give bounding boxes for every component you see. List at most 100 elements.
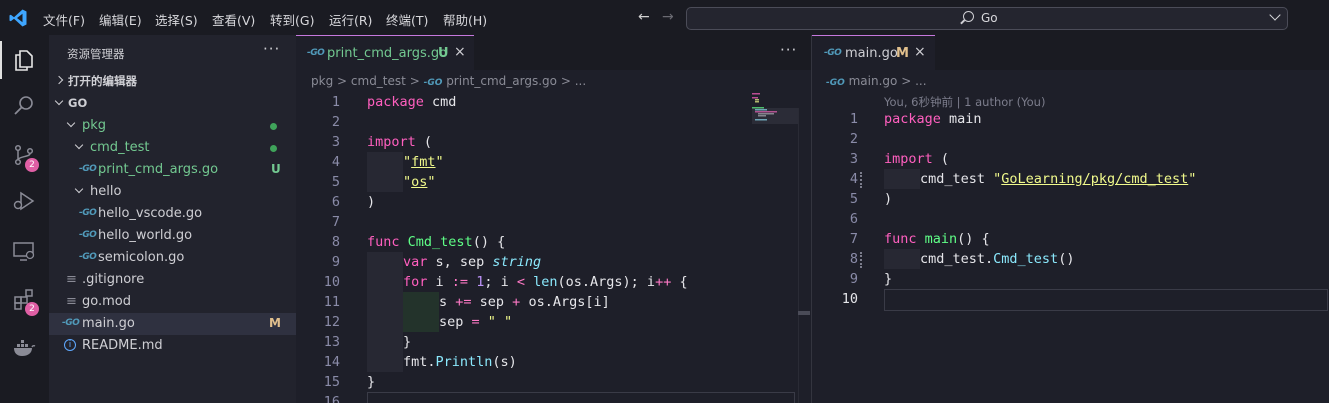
code-area[interactable]: package main import (cmd_test "GoLearning… bbox=[884, 109, 1196, 309]
tree-file-hello-vscode[interactable]: -GO hello_vscode.go bbox=[49, 203, 296, 225]
menu-go[interactable]: 转到(G) bbox=[270, 10, 314, 29]
code-line[interactable]: "fmt" bbox=[367, 152, 688, 172]
menu-help[interactable]: 帮助(H) bbox=[443, 10, 487, 29]
forward-arrow-icon[interactable]: → bbox=[662, 9, 674, 25]
more-actions-icon[interactable]: ··· bbox=[263, 40, 280, 58]
tab-main-go[interactable]: -GO main.go M × bbox=[812, 35, 935, 70]
code-token: main bbox=[940, 111, 982, 127]
more-actions-icon[interactable]: ··· bbox=[780, 41, 797, 59]
tab-print-cmd-args[interactable]: -GO print_cmd_args.go U × bbox=[296, 35, 474, 70]
menu-terminal[interactable]: 终端(T) bbox=[386, 10, 428, 29]
open-editors-section[interactable]: 打开的编辑器 bbox=[49, 70, 296, 92]
code-line[interactable]: } bbox=[367, 332, 688, 352]
menu-run[interactable]: 运行(R) bbox=[329, 10, 372, 29]
menu-file[interactable]: 文件(F) bbox=[43, 10, 85, 29]
back-arrow-icon[interactable]: ← bbox=[638, 9, 650, 25]
explorer-button[interactable] bbox=[0, 37, 49, 83]
code-line[interactable]: ) bbox=[884, 189, 1196, 209]
tree-file-main-go[interactable]: -GO main.go M bbox=[49, 313, 296, 335]
breadcrumb-item[interactable]: ... bbox=[575, 74, 586, 88]
code-line[interactable] bbox=[367, 112, 688, 132]
code-line[interactable]: fmt.Println(s) bbox=[367, 352, 688, 372]
git-blame-codelens[interactable]: You, 6秒钟前 | 1 author (You) bbox=[884, 94, 1045, 110]
breadcrumb: -GO main.go > ... bbox=[826, 74, 927, 88]
breadcrumb-item[interactable]: print_cmd_args.go bbox=[446, 74, 557, 88]
code-area[interactable]: package cmd import ("fmt" "os") func Cmd_te… bbox=[367, 92, 688, 403]
code-line[interactable] bbox=[367, 392, 688, 403]
tree-file-gitignore[interactable]: ≡ .gitignore bbox=[49, 269, 296, 291]
tree-file-go-mod[interactable]: ≡ go.mod bbox=[49, 291, 296, 313]
tree-item-label: go.mod bbox=[82, 294, 131, 309]
workspace-root[interactable]: GO bbox=[49, 93, 296, 115]
indent-guide bbox=[367, 312, 403, 332]
tree-folder-hello[interactable]: hello bbox=[49, 181, 296, 203]
code-token: ) bbox=[884, 191, 893, 207]
tree-file-semicolon[interactable]: -GO semicolon.go bbox=[49, 247, 296, 269]
code-line[interactable]: cmd_test.Cmd_test() bbox=[884, 249, 1196, 269]
code-line[interactable]: func main() { bbox=[884, 229, 1196, 249]
tree-folder-pkg[interactable]: pkg bbox=[49, 115, 296, 137]
breadcrumb-item[interactable]: pkg bbox=[311, 74, 333, 88]
code-line[interactable]: } bbox=[367, 372, 688, 392]
close-icon[interactable]: × bbox=[454, 44, 466, 60]
go-file-icon: -GO bbox=[826, 78, 845, 88]
git-change-marker[interactable] bbox=[860, 252, 863, 268]
line-number: 3 bbox=[331, 134, 340, 150]
git-change-marker[interactable] bbox=[860, 172, 863, 188]
menu-view[interactable]: 查看(V) bbox=[212, 10, 255, 29]
minimap-slider[interactable] bbox=[752, 108, 798, 124]
tree-folder-cmd-test[interactable]: cmd_test bbox=[49, 137, 296, 159]
line-number-gutter: 1 2 3 4 5 6 7 8 9 10 bbox=[798, 109, 858, 309]
command-center[interactable]: Go bbox=[686, 7, 1288, 30]
close-icon[interactable]: × bbox=[914, 44, 926, 60]
docker-button[interactable] bbox=[0, 325, 49, 371]
code-line[interactable]: "os" bbox=[367, 172, 688, 192]
code-token: " bbox=[1188, 171, 1197, 187]
code-token: } bbox=[403, 334, 412, 350]
line-number: 5 bbox=[331, 174, 340, 190]
code-line[interactable]: } bbox=[884, 269, 1196, 289]
code-line[interactable]: sep = " " bbox=[367, 312, 688, 332]
chevron-down-icon[interactable] bbox=[1269, 9, 1281, 21]
tree-file-print-cmd-args[interactable]: -GO print_cmd_args.go U bbox=[49, 159, 296, 181]
tree-file-readme[interactable]: i README.md bbox=[49, 335, 296, 357]
code-line[interactable]: package main bbox=[884, 109, 1196, 129]
code-line[interactable] bbox=[884, 129, 1196, 149]
remote-explorer-button[interactable] bbox=[0, 228, 49, 274]
code-token: sep bbox=[439, 314, 472, 330]
breadcrumb-separator: > bbox=[409, 74, 420, 88]
search-view-button[interactable] bbox=[0, 83, 49, 129]
indent-guide bbox=[367, 172, 403, 192]
code-line[interactable]: import ( bbox=[884, 149, 1196, 169]
code-line[interactable]: var s, sep string bbox=[367, 252, 688, 272]
code-line[interactable]: ) bbox=[367, 192, 688, 212]
tree-file-hello-world[interactable]: -GO hello_world.go bbox=[49, 225, 296, 247]
code-token: len bbox=[533, 274, 558, 290]
source-control-button[interactable]: 2 bbox=[0, 132, 49, 178]
go-file-icon: -GO bbox=[423, 78, 443, 88]
tab-bar: -GO print_cmd_args.go U × ··· bbox=[296, 35, 811, 70]
code-line[interactable] bbox=[884, 209, 1196, 229]
code-token: " bbox=[427, 174, 436, 190]
menu-edit[interactable]: 编辑(E) bbox=[99, 10, 142, 29]
tree-item-label: pkg bbox=[82, 118, 107, 133]
line-number: 10 bbox=[841, 291, 858, 307]
code-line[interactable]: s += sep + os.Args[i] bbox=[367, 292, 688, 312]
run-debug-button[interactable] bbox=[0, 178, 49, 224]
breadcrumb-item[interactable]: ... bbox=[915, 74, 926, 88]
code-line[interactable]: for i := 1; i < len(os.Args); i++ { bbox=[367, 272, 688, 292]
code-line[interactable] bbox=[367, 212, 688, 232]
extensions-button[interactable]: 2 bbox=[0, 276, 49, 322]
code-token: ( bbox=[932, 151, 950, 167]
breadcrumb-item[interactable]: main.go bbox=[849, 74, 898, 88]
breadcrumb-item[interactable]: cmd_test bbox=[351, 74, 406, 88]
scrollbar-thumb[interactable] bbox=[798, 311, 810, 315]
code-line[interactable] bbox=[884, 289, 1196, 309]
remote-explorer-icon bbox=[13, 242, 35, 261]
menu-selection[interactable]: 选择(S) bbox=[155, 10, 198, 29]
code-line[interactable]: cmd_test "GoLearning/pkg/cmd_test" bbox=[884, 169, 1196, 189]
line-number: 7 bbox=[331, 214, 340, 230]
code-line[interactable]: func Cmd_test() { bbox=[367, 232, 688, 252]
code-line[interactable]: package cmd bbox=[367, 92, 688, 112]
code-line[interactable]: import ( bbox=[367, 132, 688, 152]
